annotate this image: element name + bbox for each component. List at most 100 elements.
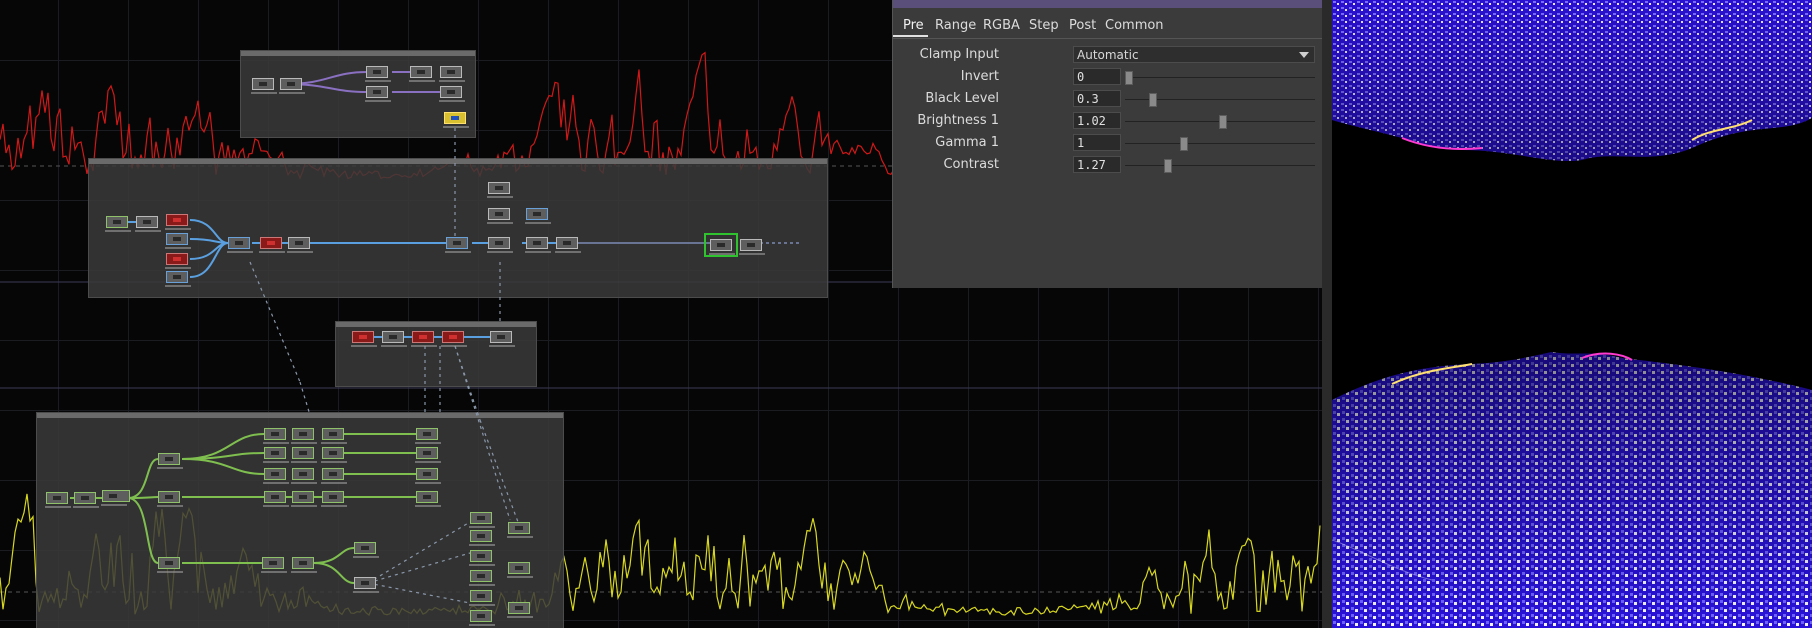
node-tile-icon[interactable]: [487, 208, 513, 224]
node-tile-icon[interactable]: [441, 331, 467, 347]
param-value-field[interactable]: 0: [1073, 68, 1121, 85]
node-tile-icon[interactable]: [443, 112, 469, 128]
tab-range[interactable]: Range: [935, 18, 976, 33]
node-tile-icon[interactable]: [439, 86, 465, 102]
node-tile-icon[interactable]: [291, 557, 317, 573]
node-tile-icon[interactable]: [263, 491, 289, 507]
node-tile-icon[interactable]: [415, 491, 441, 507]
node-tile-icon[interactable]: [353, 577, 379, 593]
node-tile-icon[interactable]: [291, 428, 317, 444]
node-tile-icon[interactable]: [263, 428, 289, 444]
selected-node-tile-icon[interactable]: [704, 233, 738, 257]
param-row-gamma: Gamma 1 1: [893, 133, 1323, 153]
node-tile-icon[interactable]: [381, 331, 407, 347]
node-tile-icon[interactable]: [525, 237, 551, 253]
node-tile-icon[interactable]: [409, 66, 435, 82]
render-viewer-bottom[interactable]: [1332, 340, 1812, 628]
tab-pre[interactable]: Pre: [903, 18, 924, 33]
chevron-down-icon: [1299, 52, 1309, 58]
node-tile-icon[interactable]: [321, 447, 347, 463]
node-tile-icon[interactable]: [291, 491, 317, 507]
node-tile-icon[interactable]: [351, 331, 377, 347]
node-tile-icon[interactable]: [525, 208, 551, 224]
node-tile-icon[interactable]: [321, 468, 347, 484]
node-tile-icon[interactable]: [105, 216, 131, 232]
particle-surface-top: [1332, 0, 1812, 162]
param-value-field[interactable]: 1.27: [1073, 156, 1121, 173]
node-tile-icon[interactable]: [469, 550, 495, 566]
node-tile-icon[interactable]: [227, 237, 253, 253]
network-box-main[interactable]: [88, 158, 828, 298]
node-tile-icon[interactable]: [411, 331, 437, 347]
node-tile-icon[interactable]: [445, 237, 471, 253]
node-tile-icon[interactable]: [263, 468, 289, 484]
node-tile-icon[interactable]: [487, 182, 513, 198]
slider-thumb-icon[interactable]: [1218, 115, 1227, 129]
render-viewer-top[interactable]: [1332, 0, 1812, 180]
param-label: Brightness 1: [917, 113, 999, 128]
node-tile-icon[interactable]: [101, 490, 130, 506]
node-tile-icon[interactable]: [157, 453, 183, 469]
node-tile-icon[interactable]: [321, 491, 347, 507]
slider-thumb-icon[interactable]: [1148, 93, 1157, 107]
node-tile-icon[interactable]: [321, 428, 347, 444]
node-tile-icon[interactable]: [165, 271, 191, 287]
node-tile-icon[interactable]: [739, 239, 765, 255]
param-value-field[interactable]: 1.02: [1073, 112, 1121, 129]
node-tile-icon[interactable]: [157, 491, 183, 507]
node-tile-icon[interactable]: [45, 492, 71, 508]
slider-thumb-icon[interactable]: [1163, 159, 1172, 173]
node-tile-icon[interactable]: [165, 253, 191, 269]
param-value-field[interactable]: 1: [1073, 134, 1121, 151]
node-tile-icon[interactable]: [165, 233, 191, 249]
tab-step[interactable]: Step: [1029, 18, 1059, 33]
tab-rgba[interactable]: RGBA: [983, 18, 1020, 33]
node-tile-icon[interactable]: [555, 237, 581, 253]
node-tile-icon[interactable]: [489, 331, 515, 347]
param-slider[interactable]: [1125, 115, 1315, 129]
node-tile-icon[interactable]: [291, 468, 317, 484]
param-slider[interactable]: [1125, 137, 1315, 151]
node-tile-icon[interactable]: [135, 216, 161, 232]
node-tile-icon[interactable]: [469, 512, 495, 528]
node-tile-icon[interactable]: [251, 78, 277, 94]
node-tile-icon[interactable]: [415, 468, 441, 484]
node-tile-icon[interactable]: [365, 86, 391, 102]
node-tile-icon[interactable]: [291, 447, 317, 463]
node-tile-icon[interactable]: [287, 237, 313, 253]
node-tile-icon[interactable]: [415, 428, 441, 444]
param-slider[interactable]: [1125, 159, 1315, 173]
node-tile-icon[interactable]: [507, 562, 533, 578]
node-tile-icon[interactable]: [439, 66, 465, 82]
node-tile-icon[interactable]: [73, 492, 99, 508]
node-tile-icon[interactable]: [469, 570, 495, 586]
node-tile-icon[interactable]: [263, 447, 289, 463]
node-tile-icon[interactable]: [507, 522, 533, 538]
panel-title-bar[interactable]: [893, 0, 1323, 8]
parameter-panel: Pre Range RGBA Step Post Common Clamp In…: [892, 0, 1323, 288]
node-tile-icon[interactable]: [415, 447, 441, 463]
node-tile-icon[interactable]: [469, 610, 495, 626]
node-tile-icon[interactable]: [469, 530, 495, 546]
param-value-field[interactable]: 0.3: [1073, 90, 1121, 107]
node-tile-icon[interactable]: [469, 590, 495, 606]
node-tile-icon[interactable]: [165, 214, 191, 230]
node-tile-icon[interactable]: [365, 66, 391, 82]
pane-divider[interactable]: [1322, 0, 1332, 628]
param-slider[interactable]: [1125, 71, 1315, 85]
node-tile-icon[interactable]: [259, 237, 285, 253]
node-tile-icon[interactable]: [507, 602, 533, 618]
param-row-clamp-input: Clamp Input Automatic: [893, 45, 1323, 65]
node-tile-icon[interactable]: [279, 78, 305, 94]
tab-post[interactable]: Post: [1069, 18, 1096, 33]
node-tile-icon[interactable]: [157, 557, 183, 573]
slider-thumb-icon[interactable]: [1125, 71, 1133, 85]
clamp-input-dropdown[interactable]: Automatic: [1073, 46, 1315, 63]
node-tile-icon[interactable]: [353, 542, 379, 558]
node-tile-icon[interactable]: [487, 237, 513, 253]
node-tile-icon[interactable]: [261, 557, 287, 573]
param-slider[interactable]: [1125, 93, 1315, 107]
tab-common[interactable]: Common: [1105, 18, 1164, 33]
slider-thumb-icon[interactable]: [1180, 137, 1189, 151]
active-tab-indicator: [893, 35, 928, 37]
